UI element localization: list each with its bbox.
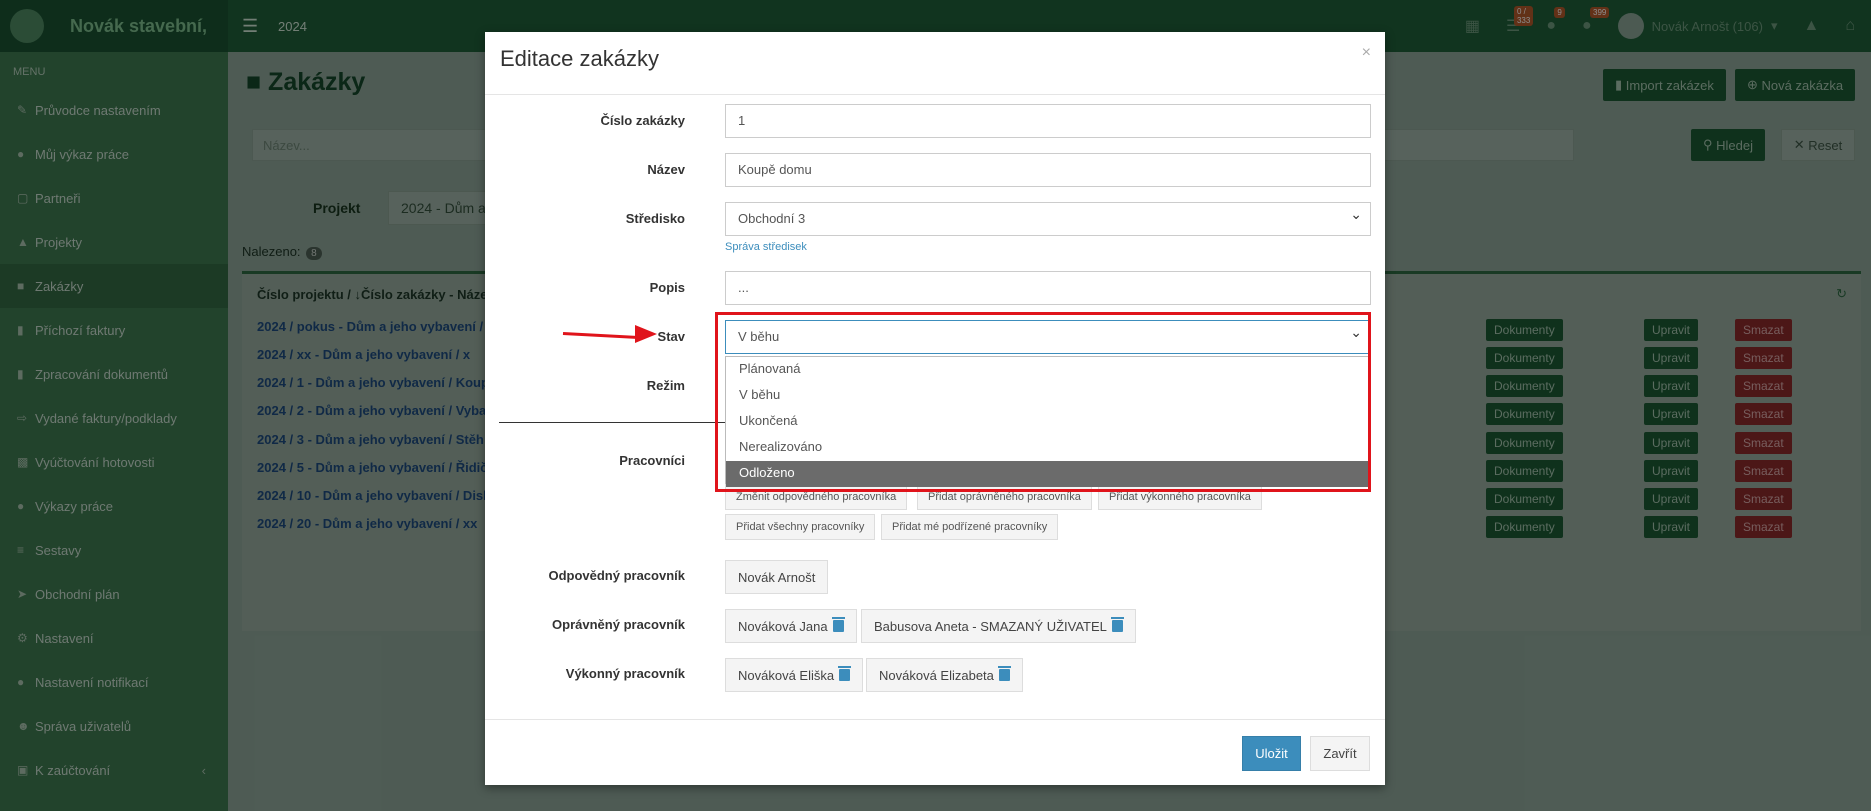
responsible-worker-label: Odpovědný pracovník — [548, 568, 685, 583]
description-input[interactable]: ... — [725, 271, 1371, 305]
order-number-label: Číslo zakázky — [600, 113, 685, 128]
trash-icon[interactable] — [838, 666, 852, 681]
executive-worker-label: Výkonný pracovník — [565, 666, 685, 681]
trash-icon[interactable] — [997, 666, 1011, 681]
add-subordinates-button[interactable]: Přidat mé podřízené pracovníky — [881, 514, 1059, 540]
name-input[interactable]: Koupě domu — [725, 153, 1371, 187]
name-label: Název — [647, 162, 685, 177]
close-button[interactable]: Zavřít — [1310, 736, 1370, 771]
cost-center-select[interactable]: Obchodní 3 — [725, 202, 1371, 236]
order-number-input[interactable]: 1 — [725, 104, 1371, 138]
executive-worker-chip[interactable]: Nováková Elizabeta — [866, 658, 1023, 692]
description-label: Popis — [649, 280, 685, 295]
modal-footer-divider — [485, 719, 1385, 720]
cost-center-label: Středisko — [625, 211, 685, 226]
annotation-highlight-box — [715, 312, 1371, 492]
responsible-worker-chip[interactable]: Novák Arnošt — [725, 560, 829, 594]
annotation-arrowhead-icon — [635, 325, 657, 343]
trash-icon[interactable] — [831, 617, 845, 632]
executive-worker-chip[interactable]: Nováková Eliška — [725, 658, 864, 692]
close-icon[interactable]: × — [1362, 44, 1371, 62]
section-divider — [499, 422, 725, 423]
manage-cost-centers-link[interactable]: Správa středisek — [725, 241, 807, 253]
mode-label: Režim — [646, 378, 685, 393]
authorized-worker-chip[interactable]: Babusova Aneta - SMAZANÝ UŽIVATEL — [861, 609, 1136, 643]
add-all-workers-button[interactable]: Přidat všechny pracovníky — [725, 514, 876, 540]
trash-icon[interactable] — [1110, 617, 1124, 632]
save-button[interactable]: Uložit — [1242, 736, 1301, 771]
modal-header-divider — [485, 94, 1385, 95]
workers-label: Pracovníci — [619, 453, 685, 468]
authorized-worker-chip[interactable]: Nováková Jana — [725, 609, 857, 643]
modal-title: Editace zakázky — [500, 46, 659, 71]
authorized-worker-label: Oprávněný pracovník — [552, 617, 685, 632]
edit-order-modal: Editace zakázky × Číslo zakázky 1 Název … — [485, 32, 1385, 785]
